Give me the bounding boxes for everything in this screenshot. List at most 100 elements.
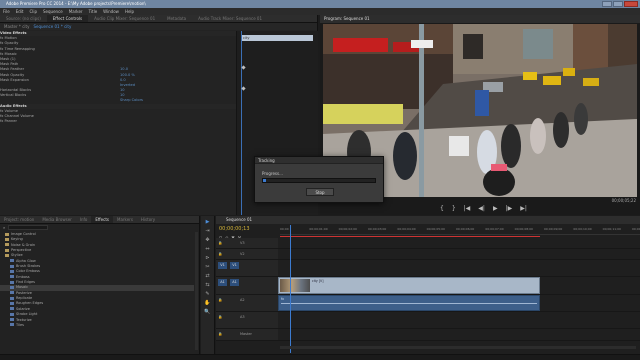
zoom-tool-icon[interactable]: 🔍: [204, 309, 212, 315]
effects-item-label: Roughen Edges: [16, 301, 44, 306]
maximize-button[interactable]: [613, 1, 623, 7]
tab-audio-track-mixer[interactable]: Audio Track Mixer: Sequence 01: [192, 15, 268, 22]
tab-source[interactable]: Source: (no clips): [0, 15, 47, 22]
search-icon: ⌕: [3, 225, 6, 230]
effect-row[interactable]: fx Panner: [0, 119, 236, 124]
lock-icon[interactable]: 🔒: [218, 315, 222, 319]
audio-waveform: [281, 303, 537, 304]
rolling-edit-tool-icon[interactable]: ⇔: [204, 246, 212, 252]
effect-row-label: Mask Path: [0, 62, 19, 67]
track-name: A3: [240, 315, 245, 319]
folder-icon: [5, 253, 9, 257]
audio-clip[interactable]: fx: [278, 295, 540, 311]
menu-window[interactable]: Window: [103, 8, 119, 15]
slip-tool-icon[interactable]: ⇄: [204, 273, 212, 279]
timeline-ruler[interactable]: 00;00 00;00;01;00 00;00;02;00 00;00;03;00 00…: [280, 225, 640, 235]
mark-in-button[interactable]: {: [440, 205, 444, 212]
minimize-button[interactable]: [602, 1, 612, 7]
lock-icon[interactable]: 🔒: [218, 332, 222, 336]
tab-history[interactable]: History: [137, 216, 159, 223]
menu-sequence[interactable]: Sequence: [43, 8, 63, 15]
stop-button[interactable]: Stop: [306, 188, 334, 196]
effect-icon: [10, 264, 14, 268]
effects-item-label: Stylize: [11, 253, 23, 258]
sequence-clip-label[interactable]: Sequence 01 * city: [33, 23, 71, 30]
effects-list: Image Control Keying Noise & Grain Perspect…: [0, 232, 194, 328]
tab-project[interactable]: Project: motion: [0, 216, 38, 223]
effect-playhead[interactable]: [241, 31, 242, 215]
track-target-button[interactable]: A1: [230, 279, 239, 286]
pen-tool-icon[interactable]: ✎: [204, 291, 212, 297]
effect-list: Video Effects fx Motion fx Opacity fx Time …: [0, 31, 236, 124]
ripple-edit-tool-icon[interactable]: ✥: [204, 237, 212, 243]
tab-markers[interactable]: Markers: [113, 216, 137, 223]
video-clip[interactable]: city [V]: [278, 277, 540, 294]
menu-title[interactable]: Title: [89, 8, 98, 15]
track-header[interactable]: V1 V1: [216, 260, 278, 276]
track-header[interactable]: 🔒 A2: [216, 295, 278, 311]
keyframe-icon[interactable]: [241, 65, 246, 70]
tab-metadata[interactable]: Metadata: [161, 15, 192, 22]
ruler-label: 00;00;02;00: [338, 227, 357, 231]
menu-edit[interactable]: Edit: [16, 8, 24, 15]
tab-program[interactable]: Program: Sequence 01: [320, 15, 640, 23]
timeline-scrollbar[interactable]: [280, 346, 636, 349]
menu-clip[interactable]: Clip: [29, 8, 37, 15]
rate-stretch-tool-icon[interactable]: ⊳: [204, 255, 212, 261]
razor-tool-icon[interactable]: ✂: [204, 264, 212, 270]
selection-tool-icon[interactable]: ▶: [204, 219, 212, 225]
tab-audio-clip-mixer[interactable]: Audio Clip Mixer: Sequence 01: [88, 15, 161, 22]
folder-icon: [5, 237, 9, 241]
menu-file[interactable]: File: [3, 8, 10, 15]
lock-icon[interactable]: 🔒: [218, 298, 222, 302]
track-header[interactable]: 🔒 V2: [216, 249, 278, 259]
effect-row-label: Vertical Blocks: [0, 93, 27, 98]
track-header[interactable]: A1 A1: [216, 277, 278, 294]
go-to-out-button[interactable]: ▶|: [520, 205, 527, 212]
master-clip-label[interactable]: Master * city: [4, 23, 29, 30]
tab-effects[interactable]: Effects: [91, 216, 113, 223]
track-name: V2: [240, 252, 245, 256]
step-back-button[interactable]: ◀|: [478, 205, 485, 212]
effect-icon: [10, 296, 14, 300]
mark-out-button[interactable]: }: [452, 205, 456, 212]
menu-help[interactable]: Help: [125, 8, 134, 15]
effects-search-input[interactable]: [8, 225, 49, 230]
track-target-button[interactable]: V1: [230, 262, 239, 269]
tab-info[interactable]: Info: [76, 216, 92, 223]
effects-scrollbar[interactable]: [195, 232, 198, 350]
menu-marker[interactable]: Marker: [69, 8, 83, 15]
step-forward-button[interactable]: |▶: [506, 205, 513, 212]
track-header[interactable]: 🔒 V3: [216, 238, 278, 248]
tab-sequence[interactable]: Sequence 01: [216, 216, 640, 224]
ruler-label: 00;00;12;00: [632, 227, 640, 231]
tab-media-browser[interactable]: Media Browser: [38, 216, 76, 223]
source-patch-button[interactable]: A1: [218, 279, 227, 286]
audio-clip-label: fx: [281, 297, 285, 301]
effects-list-item[interactable]: Tiles: [0, 323, 194, 328]
tab-effect-controls[interactable]: Effect Controls: [46, 15, 89, 22]
timeline-timecode[interactable]: 00;00;00;13: [219, 226, 250, 232]
track-header[interactable]: 🔒 Master: [216, 329, 278, 340]
hand-tool-icon[interactable]: ✋: [204, 300, 212, 306]
lock-icon[interactable]: 🔒: [218, 252, 222, 256]
tracking-dialog: Tracking Progress... Stop: [254, 156, 384, 203]
effect-row-label: Mask Expansion: [0, 77, 29, 82]
ruler-label: 00;00;07;00: [485, 227, 504, 231]
folder-icon: [5, 243, 9, 247]
lock-icon[interactable]: 🔒: [218, 241, 222, 245]
tools-panel: ▶ ⇥ ✥ ⇔ ⊳ ✂ ⇄ ⇆ ✎ ✋ 🔍: [201, 216, 215, 354]
go-to-in-button[interactable]: |◀: [464, 205, 471, 212]
slide-tool-icon[interactable]: ⇆: [204, 282, 212, 288]
source-patch-button[interactable]: V1: [218, 262, 227, 269]
effects-item-label: Image Control: [11, 232, 36, 236]
keyframe-icon[interactable]: [241, 86, 246, 91]
track-header[interactable]: 🔒 A3: [216, 312, 278, 328]
effects-item-label: Brush Strokes: [16, 264, 41, 269]
effects-item-label: Find Edges: [16, 280, 35, 285]
play-button[interactable]: ▶: [493, 205, 498, 212]
track-select-tool-icon[interactable]: ⇥: [204, 228, 212, 234]
ruler-label: 00;00;11;00: [602, 227, 621, 231]
close-button[interactable]: [624, 1, 638, 7]
timeline-playhead[interactable]: [290, 225, 291, 353]
